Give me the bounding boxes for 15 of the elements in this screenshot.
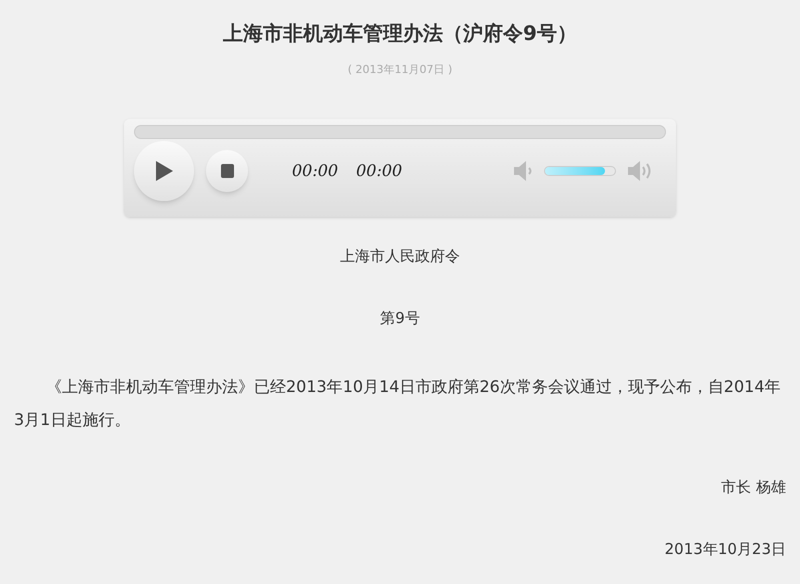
article-title: 上海市非机动车管理办法（沪府令9号） (222, 20, 578, 47)
body-line: 市长 杨雄 (720, 476, 786, 498)
body-line: 上海市人民政府令 (339, 246, 461, 266)
progress-track[interactable] (134, 124, 666, 138)
play-button[interactable] (134, 140, 194, 200)
duration-time: 00:00 (356, 160, 402, 182)
body-line: 第9号 (379, 308, 421, 329)
body-paragraph: 《上海市非机动车管理办法》已经2013年10月14日市政府第26次常务会议通过，现予公布，自2014年3月1日起施行。 (14, 376, 782, 430)
body-line: 2013年10月23日 (664, 539, 786, 560)
stop-button[interactable] (206, 150, 248, 192)
play-icon (154, 160, 174, 182)
volume-track[interactable] (544, 166, 616, 176)
publish-date: ( 2013年11月07日 ) (346, 62, 454, 78)
elapsed-time: 00:00 (292, 160, 338, 182)
stop-icon (220, 164, 234, 178)
